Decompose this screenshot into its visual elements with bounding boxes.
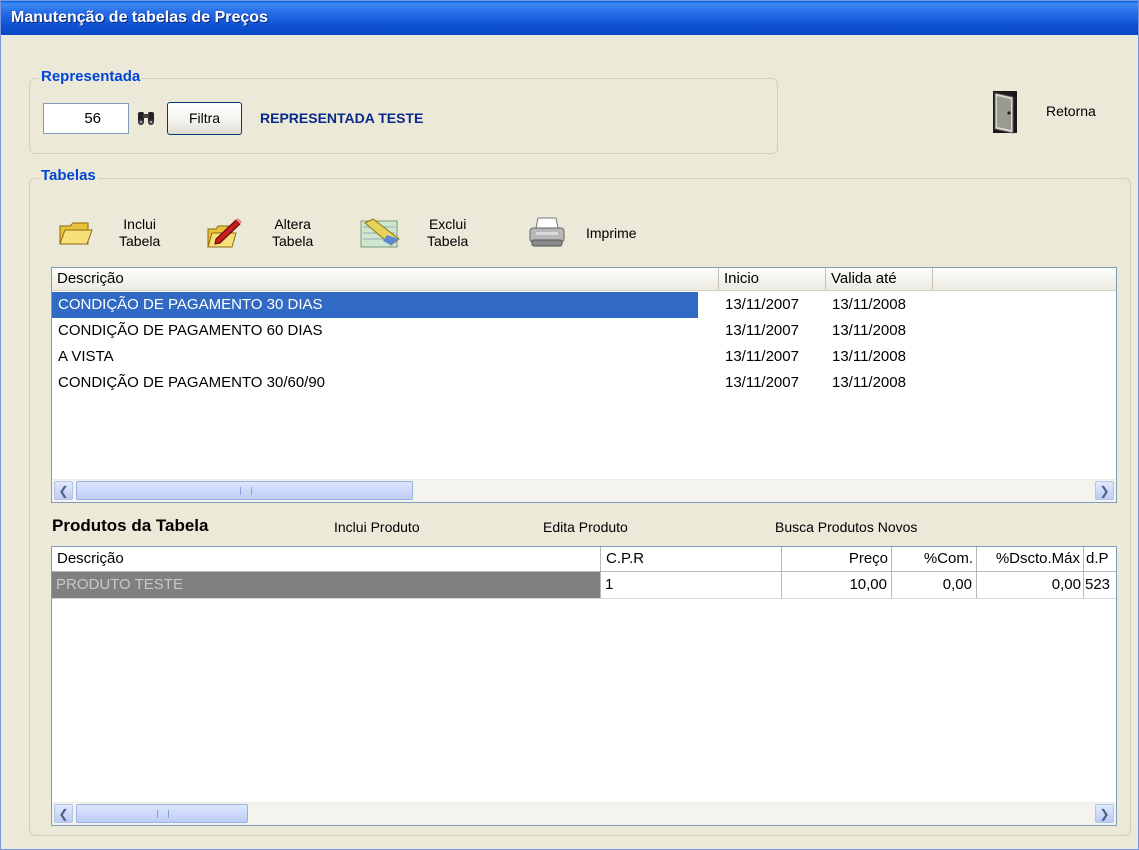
door-exit-icon [991,89,1021,140]
produto-cpr: 1 [601,572,782,598]
scroll-right-icon[interactable]: ❯ [1095,481,1114,500]
busca-produtos-novos-button[interactable]: Busca Produtos Novos [775,519,917,535]
column-comissao[interactable]: %Com. [892,547,977,571]
tabela-inicio: 13/11/2007 [725,322,799,339]
tabela-valida: 13/11/2008 [832,348,906,365]
column-desconto-maximo[interactable]: %Dscto.Máx [977,547,1084,571]
tabela-row[interactable]: CONDIÇÃO DE PAGAMENTO 30 DIAS 13/11/2007… [52,292,1116,318]
tabela-valida: 13/11/2008 [832,296,906,313]
exclui-tabela-label: Exclui Tabela [427,216,468,250]
scroll-thumb[interactable] [76,804,248,823]
produto-preco: 10,00 [782,572,892,598]
retorna-button[interactable]: Retorna [991,89,1116,135]
tabela-descricao: CONDIÇÃO DE PAGAMENTO 30/60/90 [58,374,326,391]
window-title: Manutenção de tabelas de Preços [11,9,268,26]
representada-legend: Representada [39,68,143,85]
filtra-button-label: Filtra [188,110,221,126]
tabelas-hscrollbar[interactable]: ❮ ❯ [52,479,1116,502]
imprime-label: Imprime [586,224,637,241]
tabelas-list[interactable]: Descrição Inicio Valida até CONDIÇÃO DE … [51,267,1117,503]
edit-pencil-icon [206,217,246,249]
altera-tabela-line1: Altera [274,216,311,232]
column-inicio[interactable]: Inicio [719,268,826,290]
column-dp[interactable]: d.P [1084,547,1116,571]
scroll-left-icon[interactable]: ❮ [54,481,73,500]
column-descricao[interactable]: Descrição [52,547,601,571]
tabela-descricao: A VISTA [58,348,114,365]
tabela-valida: 13/11/2008 [832,322,906,339]
title-bar[interactable]: Manutenção de tabelas de Preços [1,1,1138,35]
inclui-tabela-line1: Inclui [123,216,156,232]
scroll-left-icon[interactable]: ❮ [54,804,73,823]
representada-code-input[interactable]: 56 [43,103,129,134]
altera-tabela-line2: Tabela [272,233,314,249]
scroll-thumb[interactable] [76,481,413,500]
inclui-tabela-line2: Tabela [119,233,161,249]
produto-dp: 523 [1085,576,1111,593]
produto-descricao: PRODUTO TESTE [52,572,601,598]
tabelas-list-header: Descrição Inicio Valida até [52,268,1116,291]
produtos-grid-header: Descrição C.P.R Preço %Com. %Dscto.Máx d… [52,547,1116,572]
inclui-tabela-label: Inclui Tabela [119,216,160,250]
edita-produto-button[interactable]: Edita Produto [543,519,628,535]
tabela-descricao: CONDIÇÃO DE PAGAMENTO 60 DIAS [58,322,323,339]
altera-tabela-button[interactable]: Altera Tabela [206,211,326,255]
retorna-label: Retorna [1046,103,1096,119]
produtos-grid[interactable]: Descrição C.P.R Preço %Com. %Dscto.Máx d… [51,546,1117,826]
eraser-icon [359,217,401,249]
column-preco[interactable]: Preço [782,547,892,571]
exclui-tabela-line2: Tabela [427,233,469,249]
altera-tabela-label: Altera Tabela [272,216,313,250]
produto-comissao: 0,00 [892,572,977,598]
scroll-right-icon[interactable]: ❯ [1095,804,1114,823]
tabela-inicio: 13/11/2007 [725,374,799,391]
representada-name: REPRESENTADA TESTE [260,110,424,126]
printer-icon [528,216,566,250]
tabela-row[interactable]: CONDIÇÃO DE PAGAMENTO 30/60/90 13/11/200… [52,370,1116,396]
produtos-title: Produtos da Tabela [52,516,209,535]
tabela-valida: 13/11/2008 [832,374,906,391]
produto-desconto: 0,00 [977,572,1084,598]
inclui-tabela-button[interactable]: Inclui Tabela [58,211,178,255]
binoculars-icon[interactable] [137,110,155,126]
column-descricao[interactable]: Descrição [52,268,719,290]
tabelas-legend: Tabelas [39,167,98,184]
produtos-hscrollbar[interactable]: ❮ ❯ [52,802,1116,825]
folder-open-icon [58,218,94,248]
column-cpr[interactable]: C.P.R [601,547,782,571]
inclui-produto-button[interactable]: Inclui Produto [334,519,420,535]
tabela-inicio: 13/11/2007 [725,348,799,365]
exclui-tabela-button[interactable]: Exclui Tabela [359,211,489,255]
tabela-descricao: CONDIÇÃO DE PAGAMENTO 30 DIAS [52,292,698,318]
main-window: Manutenção de tabelas de Preços Represen… [0,0,1139,850]
representada-code-value: 56 [84,110,101,127]
column-valida-ate[interactable]: Valida até [826,268,933,290]
tabela-row[interactable]: A VISTA 13/11/2007 13/11/2008 [52,344,1116,370]
produto-row[interactable]: PRODUTO TESTE 1 10,00 0,00 0,00 523 [52,572,1116,599]
tabela-row[interactable]: CONDIÇÃO DE PAGAMENTO 60 DIAS 13/11/2007… [52,318,1116,344]
tabela-inicio: 13/11/2007 [725,296,799,313]
imprime-button[interactable]: Imprime [528,211,658,255]
filtra-button[interactable]: Filtra [167,102,242,135]
exclui-tabela-line1: Exclui [428,216,467,232]
